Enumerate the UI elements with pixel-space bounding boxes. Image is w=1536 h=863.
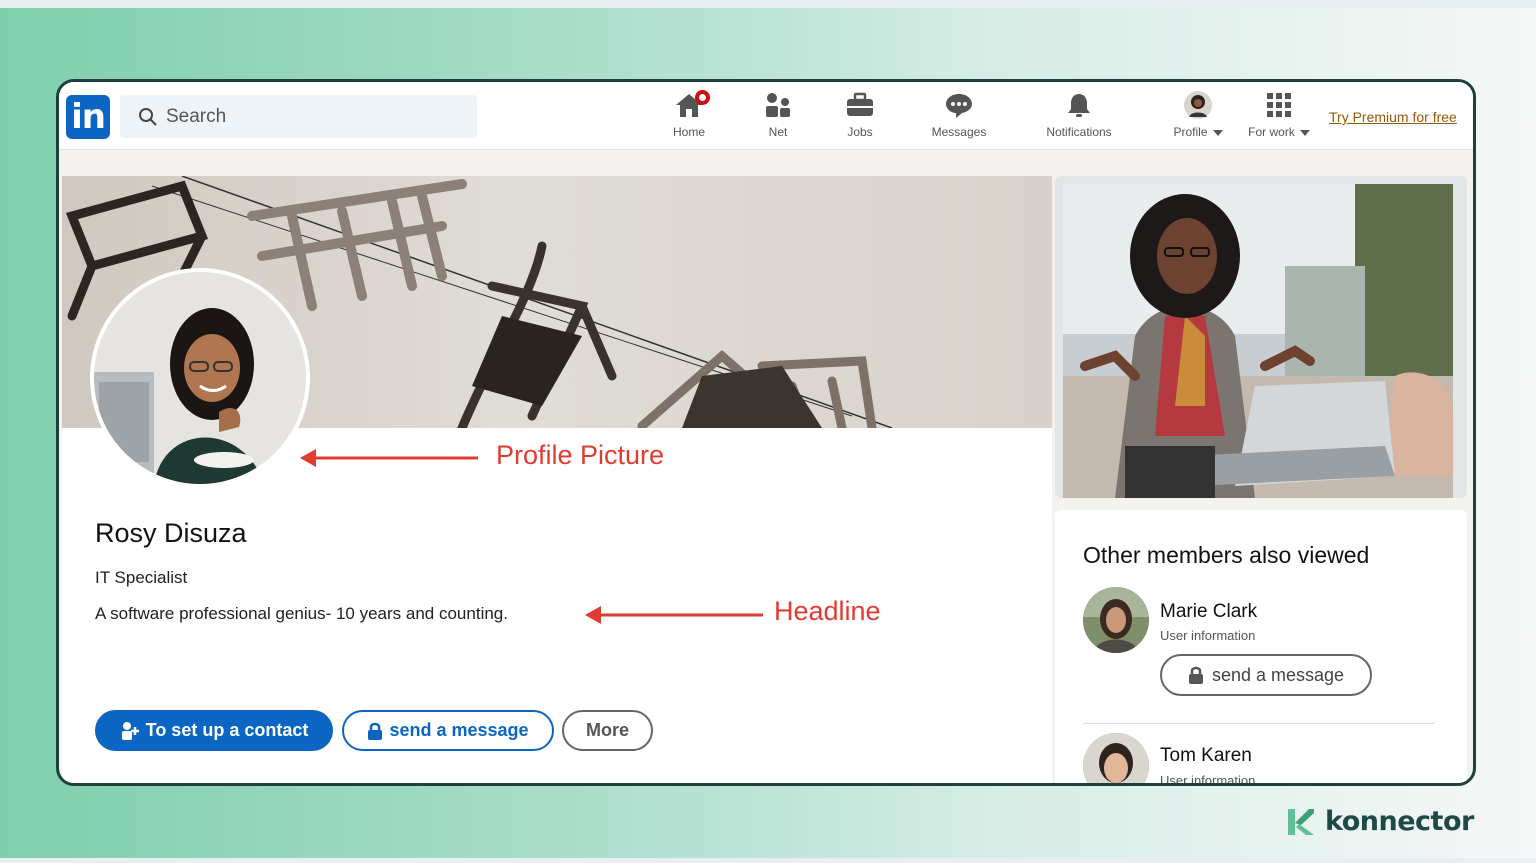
nav-notifications[interactable]: Notifications xyxy=(1029,88,1129,139)
profile-headline: A software professional genius- 10 years… xyxy=(95,604,508,623)
notification-badge xyxy=(695,90,710,105)
nav-network[interactable]: Net xyxy=(733,88,823,139)
profile-picture[interactable] xyxy=(90,268,310,488)
grid-icon xyxy=(1267,93,1291,117)
search-icon xyxy=(139,107,157,126)
avatar-icon xyxy=(1184,91,1212,119)
lock-icon xyxy=(1188,666,1203,684)
profile-name: Rosy Disuza xyxy=(95,518,247,548)
network-icon xyxy=(766,93,790,117)
briefcase-icon xyxy=(847,92,873,116)
bell-icon xyxy=(1068,94,1090,117)
search-box[interactable] xyxy=(120,95,477,138)
linkedin-logo[interactable]: in xyxy=(66,95,110,139)
nav-home[interactable]: Home xyxy=(644,88,734,139)
profile-card: Rosy Disuza IT Specialist A software pro… xyxy=(62,176,1052,783)
headline-callout: Headline xyxy=(774,596,881,626)
profile-title: IT Specialist xyxy=(95,568,188,587)
chat-icon xyxy=(946,94,972,118)
brand-name: konnector xyxy=(1325,806,1474,837)
member-send-message-label: send a message xyxy=(1211,664,1345,685)
also-viewed-heading: Other members also viewed xyxy=(1083,542,1370,568)
also-viewed-panel: Other members also viewed Marie Clark Us… xyxy=(1055,510,1467,786)
nav-for-work[interactable]: For work xyxy=(1234,88,1324,139)
search-input[interactable] xyxy=(166,105,446,128)
member-name[interactable]: Marie Clark xyxy=(1160,601,1257,623)
nav-for-work-label: For work xyxy=(1248,125,1295,139)
nav-messages[interactable]: Messages xyxy=(914,88,1004,139)
nav-home-label: Home xyxy=(672,125,705,139)
konnector-k-icon xyxy=(1288,808,1314,835)
browser-frame: in Home xyxy=(56,79,1476,786)
member-name[interactable]: Tom Karen xyxy=(1160,745,1252,767)
try-premium-link[interactable]: Try Premium for free xyxy=(1329,109,1457,125)
nav-jobs-label: Jobs xyxy=(847,125,873,139)
member-send-message-button[interactable]: send a message xyxy=(1160,654,1372,696)
more-label: More xyxy=(585,720,629,740)
chevron-down-icon xyxy=(1299,129,1310,136)
lock-icon xyxy=(368,722,383,740)
member-info: User information xyxy=(1160,628,1256,643)
headline-arrow xyxy=(585,606,763,624)
divider xyxy=(1083,723,1435,724)
top-navigation: in Home xyxy=(59,82,1473,150)
avatar[interactable] xyxy=(1083,587,1149,653)
profile-picture-arrow xyxy=(300,449,478,467)
send-message-button[interactable]: send a message xyxy=(342,710,554,751)
profile-picture-callout: Profile Picture xyxy=(496,440,665,470)
konnector-logo: konnector xyxy=(1285,806,1474,837)
more-button[interactable]: More xyxy=(562,710,653,751)
setup-contact-label: To set up a contact xyxy=(145,720,309,740)
nav-notifications-label: Notifications xyxy=(1046,125,1112,139)
add-person-icon xyxy=(121,721,139,740)
nav-network-label: Net xyxy=(768,125,788,139)
setup-contact-button[interactable]: To set up a contact xyxy=(95,710,333,751)
nav-jobs[interactable]: Jobs xyxy=(815,88,905,139)
avatar[interactable] xyxy=(1083,733,1149,783)
member-info: User information xyxy=(1160,773,1256,786)
chevron-down-icon xyxy=(1212,129,1223,136)
nav-profile-label: Profile xyxy=(1173,125,1208,139)
nav-profile[interactable]: Profile xyxy=(1153,88,1243,139)
featured-photo xyxy=(1055,176,1467,498)
send-message-label: send a message xyxy=(389,720,529,740)
nav-messages-label: Messages xyxy=(931,125,987,139)
